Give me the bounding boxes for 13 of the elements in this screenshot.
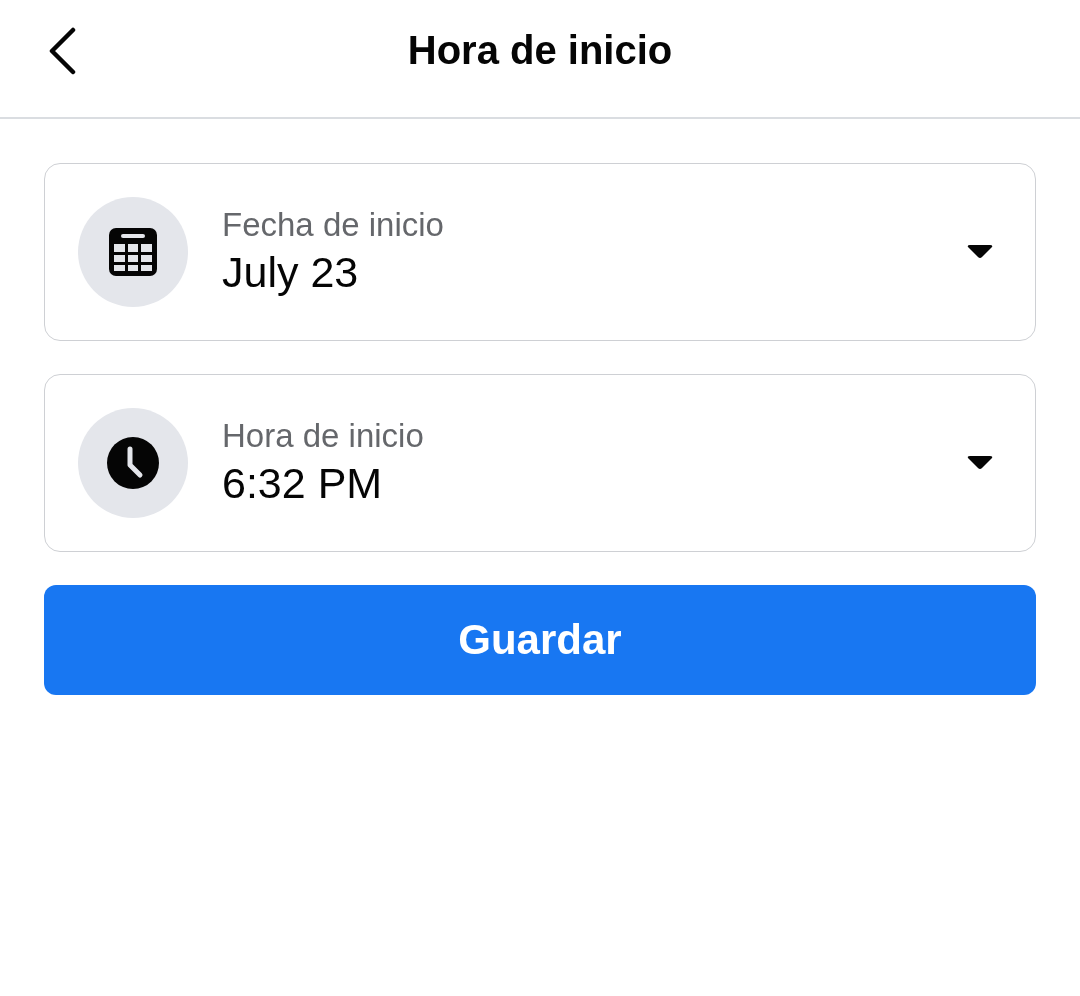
- date-dropdown[interactable]: Fecha de inicio July 23: [44, 163, 1036, 341]
- caret-icon: [967, 245, 993, 259]
- field-value: 6:32 PM: [222, 458, 384, 509]
- caret-icon: [967, 456, 993, 470]
- field-label: Hora de inicio: [222, 416, 425, 456]
- time-dropdown[interactable]: Hora de inicio 6:32 PM: [44, 374, 1036, 552]
- field-label: Fecha de inicio: [222, 205, 445, 245]
- calendar-icon: [107, 226, 159, 278]
- page-title: Hora de inicio: [407, 27, 673, 73]
- field-value: July 23: [222, 247, 360, 298]
- clock-icon: [107, 437, 159, 489]
- save-button[interactable]: Guardar: [44, 585, 1036, 695]
- back-icon[interactable]: [47, 27, 77, 75]
